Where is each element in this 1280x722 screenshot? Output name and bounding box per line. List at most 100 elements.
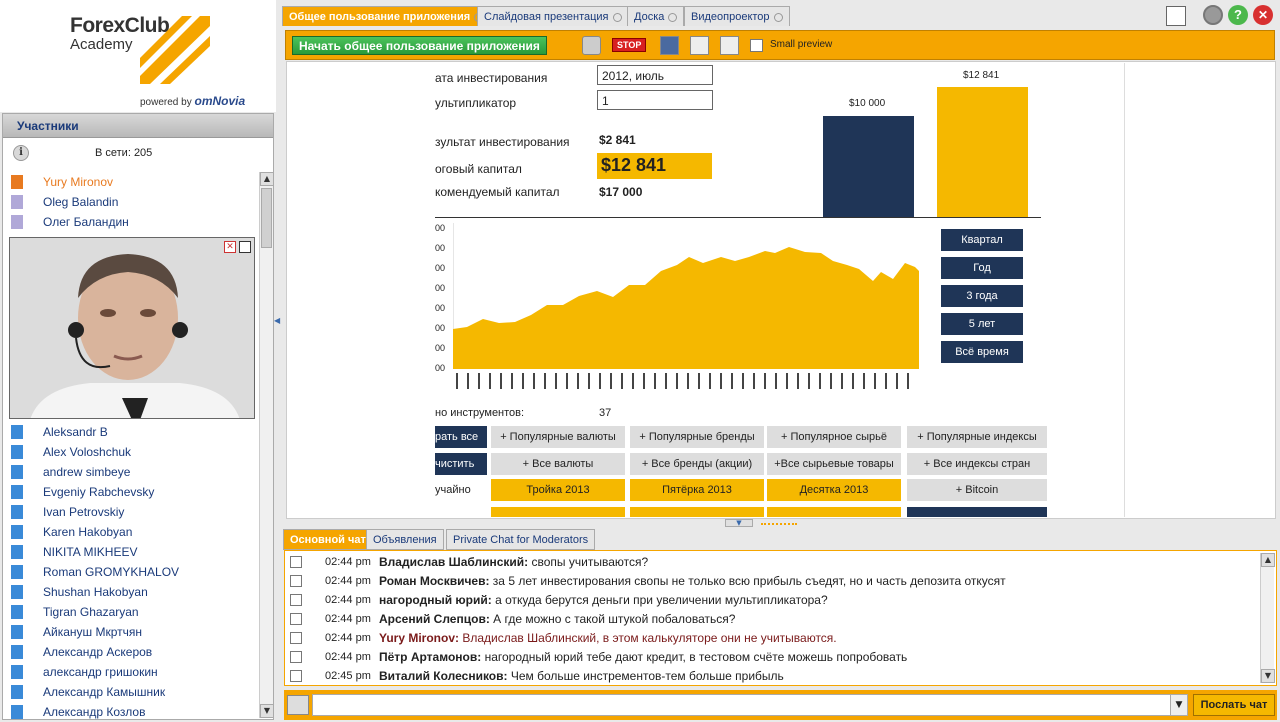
participant-item[interactable]: Shushan Hakobyan: [3, 582, 257, 602]
chat-scroll-up-icon[interactable]: ▲: [1261, 553, 1275, 567]
chat-settings-gear-icon[interactable]: [287, 695, 309, 715]
instrument-button[interactable]: + Все бренды (акции): [630, 453, 764, 475]
message-checkbox[interactable]: [290, 670, 302, 682]
chat-scroll-down-icon[interactable]: ▼: [1261, 669, 1275, 683]
period-button[interactable]: Всё время: [941, 341, 1023, 363]
message-checkbox[interactable]: [290, 613, 302, 625]
instrument-button[interactable]: + Bitcoin: [907, 479, 1047, 501]
fit-screen-icon[interactable]: [720, 36, 739, 55]
participant-item[interactable]: Roman GROMYKHALOV: [3, 562, 257, 582]
stop-button[interactable]: STOP: [612, 38, 647, 52]
period-button[interactable]: 5 лет: [941, 313, 1023, 335]
participants-scrollbar[interactable]: ▲ ▼: [259, 172, 274, 718]
annotate-icon[interactable]: [660, 36, 679, 55]
participant-item[interactable]: Aleksandr B: [3, 422, 257, 442]
scroll-down-icon[interactable]: ▼: [260, 704, 274, 718]
small-preview-checkbox[interactable]: [750, 39, 763, 52]
chat-scrollbar[interactable]: ▲ ▼: [1260, 553, 1275, 683]
exit-icon[interactable]: ✕: [1253, 5, 1273, 25]
instrument-button[interactable]: + Все валюты: [491, 453, 625, 475]
instrument-button[interactable]: рать все: [435, 426, 487, 448]
participant-item[interactable]: Александр Камышник: [3, 682, 257, 702]
instrument-button[interactable]: [907, 507, 1047, 517]
tab-moderator-chat[interactable]: Private Chat for Moderators: [446, 529, 596, 550]
instrument-button[interactable]: учайно: [435, 479, 487, 501]
participant-item[interactable]: Tigran Ghazaryan: [3, 602, 257, 622]
instrument-button[interactable]: + Популярное сырьё: [767, 426, 901, 448]
instrument-button[interactable]: + Популярные валюты: [491, 426, 625, 448]
participant-item[interactable]: Айкануш Мкртчян: [3, 622, 257, 642]
tab-video-projector[interactable]: Видеопроектор: [684, 6, 790, 26]
instrument-button[interactable]: [767, 507, 901, 517]
participant-item[interactable]: Karen Hakobyan: [3, 522, 257, 542]
instrument-button[interactable]: [630, 507, 764, 517]
message-checkbox[interactable]: [290, 594, 302, 606]
participant-item[interactable]: Yury Mironov: [3, 172, 257, 192]
close-video-icon[interactable]: ✕: [224, 241, 236, 253]
participant-item[interactable]: Александр Козлов: [3, 702, 257, 722]
instrument-button[interactable]: Тройка 2013: [491, 479, 625, 501]
tab-close-icon[interactable]: [668, 12, 678, 22]
collapse-panel-icon[interactable]: ◀: [274, 316, 280, 330]
scroll-up-icon[interactable]: ▲: [260, 172, 274, 186]
participant-name: andrew simbeye: [43, 465, 131, 479]
gear-icon[interactable]: [582, 36, 601, 55]
fullscreen-icon[interactable]: [1166, 6, 1186, 26]
participant-item[interactable]: Alex Voloshchuk: [3, 442, 257, 462]
instrument-button[interactable]: +Все сырьевые товары: [767, 453, 901, 475]
tab-announcements[interactable]: Объявления: [366, 529, 444, 550]
instrument-button[interactable]: + Популярные индексы: [907, 426, 1047, 448]
drag-handle[interactable]: [761, 523, 797, 525]
message-checkbox[interactable]: [290, 632, 302, 644]
participant-item[interactable]: Evgeniy Rabchevsky: [3, 482, 257, 502]
instrument-button[interactable]: Пятёрка 2013: [630, 479, 764, 501]
participant-item[interactable]: Ivan Petrovskiy: [3, 502, 257, 522]
info-icon[interactable]: i: [13, 145, 29, 161]
date-field[interactable]: 2012, июль: [597, 65, 713, 85]
settings-gear-icon[interactable]: [1203, 5, 1223, 25]
tab-slides[interactable]: Слайдовая презентация: [477, 6, 629, 26]
participant-name: Shushan Hakobyan: [43, 585, 148, 599]
participant-item[interactable]: andrew simbeye: [3, 462, 257, 482]
start-share-button[interactable]: Начать общее пользование приложения: [292, 36, 547, 55]
chat-dropdown-icon[interactable]: ▼: [1170, 694, 1188, 716]
participant-name: Roman GROMYKHALOV: [43, 565, 180, 579]
period-button[interactable]: 3 года: [941, 285, 1023, 307]
instrument-button[interactable]: + Популярные бренды: [630, 426, 764, 448]
participant-item[interactable]: Oleg Balandin: [3, 192, 257, 212]
period-button[interactable]: Квартал: [941, 229, 1023, 251]
x-tick-label: [885, 373, 887, 389]
participant-item[interactable]: Александр Аскеров: [3, 642, 257, 662]
participant-item[interactable]: NIKITA MIKHEEV: [3, 542, 257, 562]
tab-app-share[interactable]: Общее пользование приложения: [282, 6, 491, 26]
message-checkbox[interactable]: [290, 556, 302, 568]
participant-name: Олег Баландин: [43, 215, 129, 229]
tab-main-chat[interactable]: Основной чат: [283, 529, 373, 550]
scroll-thumb[interactable]: [261, 188, 272, 248]
panel-splitter[interactable]: ▼: [285, 519, 1277, 529]
participant-item[interactable]: александр гришокин: [3, 662, 257, 682]
recommended-value: $17 000: [599, 185, 643, 199]
period-button[interactable]: Год: [941, 257, 1023, 279]
chat-message: 02:44 pm Пётр Артамонов: нагородный юрий …: [285, 648, 1255, 667]
message-checkbox[interactable]: [290, 651, 302, 663]
instrument-button[interactable]: чистить: [435, 453, 487, 475]
tab-whiteboard[interactable]: Доска: [627, 6, 685, 26]
x-tick-label: [676, 373, 678, 389]
chat-message-input[interactable]: [312, 694, 1172, 716]
help-icon[interactable]: ?: [1228, 5, 1248, 25]
send-chat-button[interactable]: Послать чат: [1193, 694, 1275, 716]
message-checkbox[interactable]: [290, 575, 302, 587]
instrument-button[interactable]: [491, 507, 625, 517]
participant-name: Александр Козлов: [43, 705, 146, 719]
collapse-down-icon[interactable]: ▼: [725, 519, 753, 527]
window-icon[interactable]: [690, 36, 709, 55]
instrument-button[interactable]: Десятка 2013: [767, 479, 901, 501]
multiplier-field[interactable]: 1: [597, 90, 713, 110]
x-tick-label: [907, 373, 909, 389]
instrument-button[interactable]: + Все индексы стран: [907, 453, 1047, 475]
tab-close-icon[interactable]: [773, 12, 783, 22]
participant-item[interactable]: Олег Баландин: [3, 212, 257, 232]
tab-close-icon[interactable]: [612, 12, 622, 22]
maximize-video-icon[interactable]: [239, 241, 251, 253]
